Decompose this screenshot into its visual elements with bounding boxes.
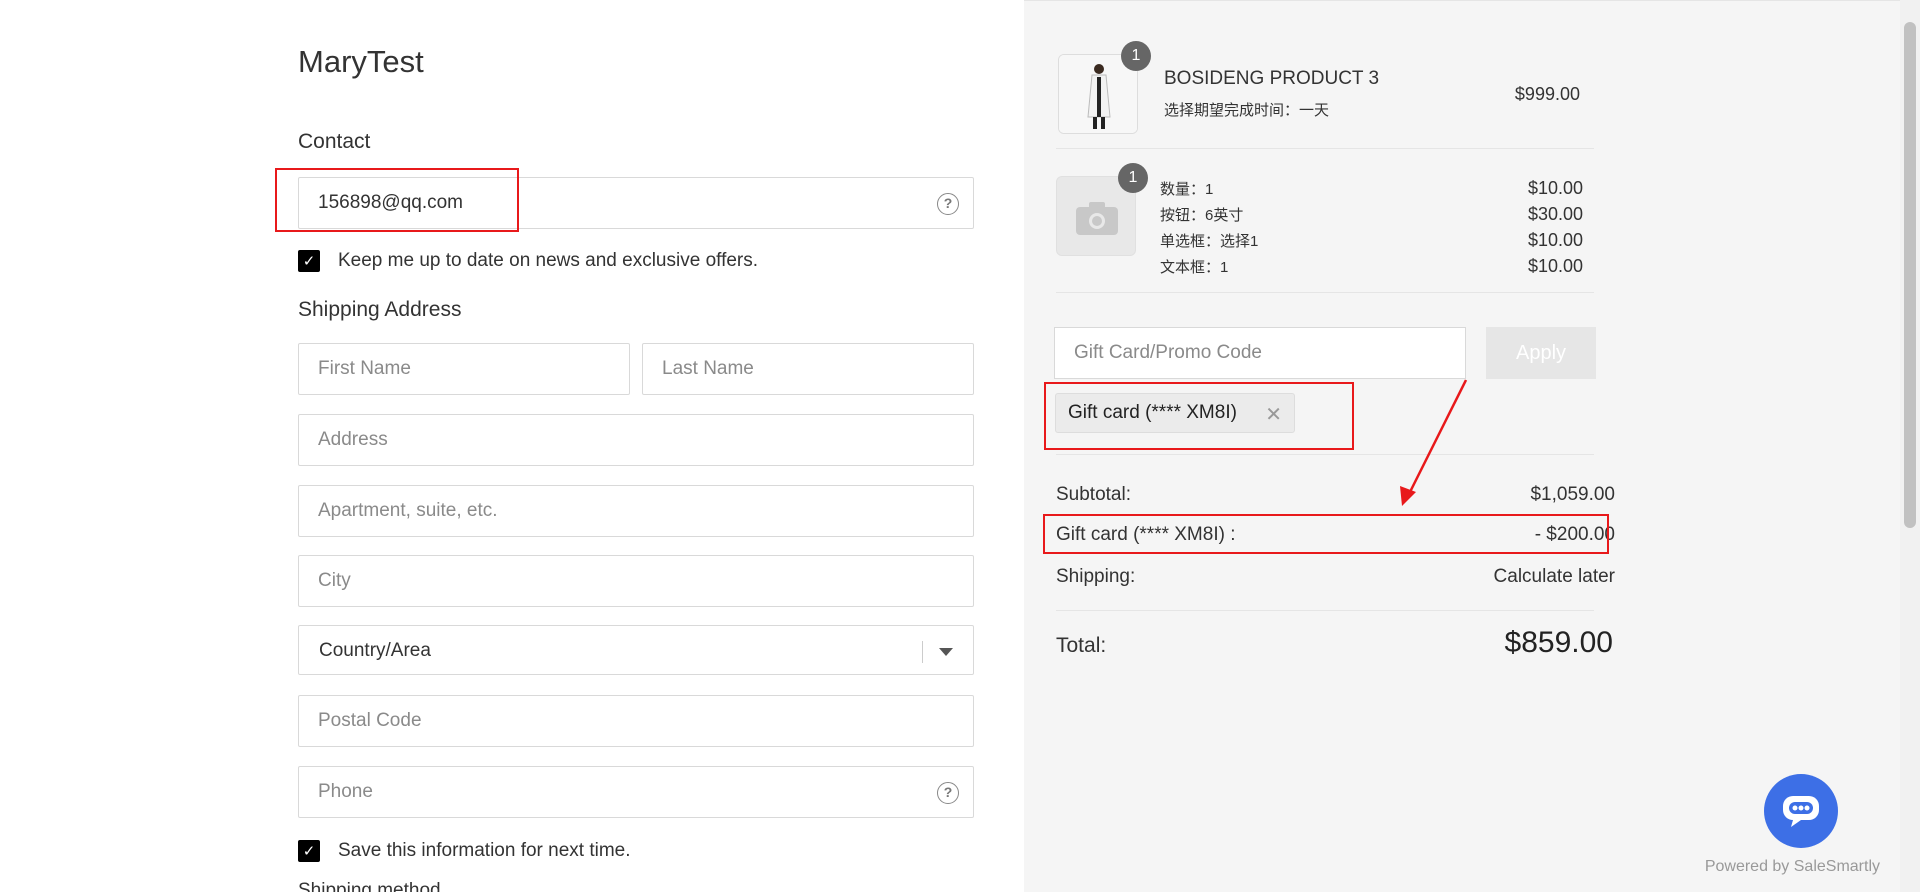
annotation-box-email [275, 168, 519, 232]
save-info-label: Save this information for next time. [338, 840, 631, 861]
total-label: Total: [1056, 634, 1107, 657]
shipping-value: Calculate later [1493, 566, 1615, 587]
option-label: 按钮：6英寸 [1160, 207, 1244, 224]
divider [1056, 610, 1594, 611]
chat-icon [1783, 796, 1819, 827]
country-select[interactable]: Country/Area [298, 625, 974, 675]
product-price: $999.00 [1514, 84, 1580, 104]
chevron-down-icon[interactable] [939, 648, 953, 656]
product-name: BOSIDENG PRODUCT 3 [1164, 68, 1380, 89]
divider [1056, 292, 1594, 293]
option-label: 数量：1 [1160, 181, 1214, 198]
phone-field[interactable]: ? [298, 766, 974, 818]
address-field[interactable] [298, 414, 974, 466]
option-price: $10.00 [1527, 230, 1583, 250]
quantity-badge: 1 [1118, 163, 1148, 193]
newsletter-checkbox[interactable]: ✓ [298, 250, 320, 272]
phone-input[interactable] [299, 767, 973, 817]
total-value: $859.00 [1504, 626, 1613, 659]
first-name-field[interactable] [298, 343, 630, 395]
save-info-checkbox[interactable]: ✓ [298, 840, 320, 862]
annotation-arrow-icon [1400, 379, 1468, 506]
postal-code-input[interactable] [299, 696, 973, 746]
postal-code-field[interactable] [298, 695, 974, 747]
promo-code-input[interactable] [1055, 328, 1465, 378]
newsletter-checkbox-row[interactable]: ✓ Keep me up to date on news and exclusi… [298, 250, 758, 272]
shipping-heading: Shipping Address [298, 298, 462, 321]
help-icon[interactable]: ? [937, 193, 959, 215]
apartment-input[interactable] [299, 486, 973, 536]
country-select-value: Country/Area [319, 640, 431, 661]
powered-by-text: Powered by SaleSmartly [1704, 858, 1880, 875]
first-name-input[interactable] [299, 344, 629, 394]
subtotal-label: Subtotal: [1056, 484, 1131, 505]
address-input[interactable] [299, 415, 973, 465]
quantity-badge: 1 [1121, 41, 1151, 71]
scrollbar[interactable] [1900, 0, 1920, 892]
apartment-field[interactable] [298, 485, 974, 537]
option-price: $30.00 [1527, 204, 1583, 224]
city-field[interactable] [298, 555, 974, 607]
divider [1056, 454, 1594, 455]
store-title: MaryTest [298, 44, 424, 79]
option-label: 文本框：1 [1160, 259, 1229, 276]
option-label: 单选框：选择1 [1160, 233, 1259, 250]
product-option: 选择期望完成时间：一天 [1164, 102, 1330, 119]
last-name-field[interactable] [642, 343, 974, 395]
scrollbar-thumb[interactable] [1904, 22, 1916, 528]
select-divider [922, 641, 923, 663]
promo-code-field[interactable] [1054, 327, 1466, 379]
city-input[interactable] [299, 556, 973, 606]
save-info-checkbox-row[interactable]: ✓ Save this information for next time. [298, 840, 631, 862]
newsletter-label: Keep me up to date on news and exclusive… [338, 250, 759, 271]
subtotal-value: $1,059.00 [1530, 484, 1615, 505]
shipping-method-heading: Shipping method [298, 880, 441, 892]
contact-heading: Contact [298, 130, 371, 153]
last-name-input[interactable] [643, 344, 973, 394]
option-price: $10.00 [1527, 256, 1583, 276]
help-icon[interactable]: ? [937, 782, 959, 804]
divider [1056, 148, 1594, 149]
checkout-form-pane: MaryTest Contact ? ✓ Keep me up to date … [0, 0, 1024, 892]
annotation-box-gift-line [1043, 514, 1609, 554]
chat-widget-button[interactable] [1764, 774, 1838, 848]
annotation-box-gift-chip [1044, 382, 1354, 450]
option-price: $10.00 [1527, 178, 1583, 198]
shipping-label: Shipping: [1056, 566, 1136, 587]
apply-button[interactable]: Apply [1486, 327, 1596, 379]
